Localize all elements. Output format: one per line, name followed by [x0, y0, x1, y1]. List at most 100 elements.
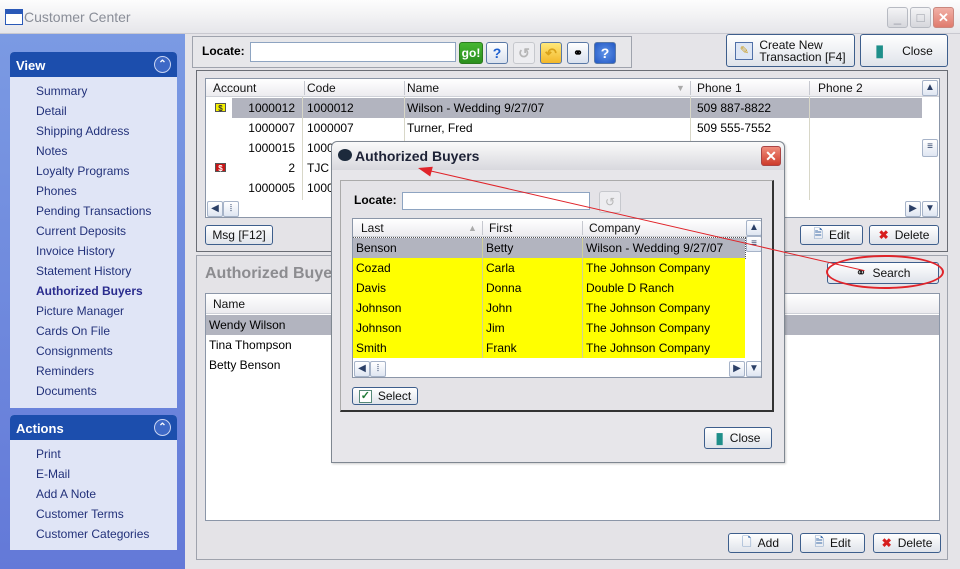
dialog-table-header: Last ▲ First Company [353, 219, 761, 237]
cell-last: Smith [356, 341, 387, 355]
edit-document-icon: 🗎 [814, 534, 824, 549]
column-phone1[interactable]: Phone 1 [697, 81, 742, 95]
action-item-e-mail[interactable]: E-Mail [36, 466, 177, 486]
close-button[interactable]: ▮ Close [860, 34, 948, 67]
sort-ascending-icon: ▲ [468, 223, 477, 233]
column-last[interactable]: Last [361, 221, 384, 235]
sidebar-item-authorized-buyers[interactable]: Authorized Buyers [36, 283, 177, 303]
dialog-title-bar: Authorized Buyers ✕ [332, 142, 784, 170]
cell-last: Benson [356, 241, 397, 255]
sidebar-item-cards-on-file[interactable]: Cards On File [36, 323, 177, 343]
action-item-add-a-note[interactable]: Add A Note [36, 486, 177, 506]
action-item-customer-terms[interactable]: Customer Terms [36, 506, 177, 526]
sidebar-item-shipping-address[interactable]: Shipping Address [36, 123, 177, 143]
column-name[interactable]: Name [407, 81, 439, 95]
actions-panel-header[interactable]: Actions ⌃ [10, 415, 177, 440]
msg-button[interactable]: Msg [F12] [205, 225, 273, 245]
sidebar-item-current-deposits[interactable]: Current Deposits [36, 223, 177, 243]
cell-last: Cozad [356, 261, 391, 275]
delete-buyer-button[interactable]: ✖ Delete [873, 533, 941, 553]
undo-arrow-icon[interactable]: ↺ [513, 42, 535, 64]
dialog-buyer-row[interactable]: Cozad Carla The Johnson Company [353, 258, 745, 278]
dialog-buyer-row[interactable]: Benson Betty Wilson - Wedding 9/27/07 [353, 237, 746, 259]
scroll-up-button[interactable]: ▲ [746, 220, 761, 236]
scroll-down-button[interactable]: ▼ [922, 201, 938, 217]
scroll-left-button[interactable]: ◀ [207, 201, 223, 217]
create-new-line1: Create New [759, 37, 823, 52]
sidebar-item-pending-transactions[interactable]: Pending Transactions [36, 203, 177, 223]
info-help-icon[interactable]: ? [594, 42, 616, 64]
cell-name: Betty Benson [209, 358, 281, 372]
horizontal-scroll-thumb[interactable]: ⦙ [223, 201, 239, 217]
column-phone2[interactable]: Phone 2 [818, 81, 863, 95]
sidebar-item-phones[interactable]: Phones [36, 183, 177, 203]
scroll-left-button[interactable]: ◀ [354, 361, 370, 377]
scroll-up-button[interactable]: ▲ [922, 80, 938, 96]
cell-name: Turner, Fred [407, 121, 473, 135]
dialog-buyer-row[interactable]: Johnson Jim The Johnson Company [353, 318, 745, 338]
column-account[interactable]: Account [213, 81, 256, 95]
create-new-line2: Transaction [F4] [759, 49, 846, 64]
customer-row[interactable]: 1000007 1000007 Turner, Fred 509 555-7552 [206, 118, 939, 138]
dialog-close-x-button[interactable]: ✕ [761, 146, 781, 166]
vertical-scroll-thumb[interactable]: ≡ [922, 139, 938, 157]
dialog-close-button[interactable]: ▮ Close [704, 427, 772, 449]
scroll-right-button[interactable]: ▶ [729, 361, 745, 377]
create-new-transaction-button[interactable]: ✎ Create New Transaction [F4] [726, 34, 855, 67]
scroll-down-button[interactable]: ▼ [746, 361, 761, 377]
cell-first: John [486, 301, 513, 315]
scroll-right-button[interactable]: ▶ [905, 201, 921, 217]
dialog-buyer-row[interactable]: Davis Donna Double D Ranch [353, 278, 745, 298]
sidebar-item-reminders[interactable]: Reminders [36, 363, 177, 383]
sidebar-item-documents[interactable]: Documents [36, 383, 177, 403]
horizontal-scroll-thumb[interactable]: ⦙ [370, 361, 386, 377]
view-panel-header[interactable]: View ⌃ [10, 52, 177, 77]
dollar-flag-icon: $ [215, 103, 226, 113]
column-code[interactable]: Code [307, 81, 336, 95]
locate-label: Locate: [202, 44, 245, 58]
dialog-buyer-row[interactable]: Johnson John The Johnson Company [353, 298, 745, 318]
action-item-print[interactable]: Print [36, 446, 177, 466]
customer-delete-button[interactable]: ✖ Delete [869, 225, 939, 245]
binoculars-icon[interactable]: ⚭ [567, 42, 589, 64]
column-name[interactable]: Name [213, 297, 245, 311]
edit-note-icon: ✎ [735, 41, 754, 60]
customer-edit-button[interactable]: 🗎 Edit [800, 225, 863, 245]
sidebar-item-statement-history[interactable]: Statement History [36, 263, 177, 283]
collapse-chevron-icon[interactable]: ⌃ [154, 419, 171, 436]
maximize-button[interactable]: □ [910, 7, 931, 28]
sidebar-item-detail[interactable]: Detail [36, 103, 177, 123]
authorized-buyers-dialog: Authorized Buyers ✕ Locate: ↺ Last ▲ Fir… [331, 141, 785, 463]
window-title-bar: Customer Center _ □ ✕ [0, 0, 960, 34]
select-button[interactable]: ✓ Select [352, 387, 418, 405]
checkmark-icon: ✓ [358, 389, 372, 403]
view-menu: Summary Detail Shipping Address Notes Loyalt… [10, 77, 177, 409]
column-company[interactable]: Company [589, 221, 640, 235]
sidebar-item-consignments[interactable]: Consignments [36, 343, 177, 363]
refresh-arrow-icon[interactable]: ↶ [540, 42, 562, 64]
cell-first: Betty [486, 241, 514, 255]
dialog-title: Authorized Buyers [355, 148, 480, 164]
collapse-chevron-icon[interactable]: ⌃ [154, 56, 171, 73]
sort-dropdown-icon[interactable]: ▼ [676, 83, 685, 93]
minimize-button[interactable]: _ [887, 7, 908, 28]
go-button[interactable]: go! [459, 42, 483, 64]
column-first[interactable]: First [489, 221, 512, 235]
help-question-icon[interactable]: ? [486, 42, 508, 64]
dialog-buyer-row[interactable]: Smith Frank The Johnson Company [353, 338, 745, 358]
annotation-ellipse [826, 255, 944, 289]
cell-first: Jim [486, 321, 505, 335]
locate-input[interactable] [250, 42, 456, 62]
add-buyer-button[interactable]: 🗋 Add [728, 533, 793, 553]
customer-row[interactable]: $1000012 1000012 Wilson - Wedding 9/27/07 5… [206, 98, 939, 118]
sidebar-item-loyalty-programs[interactable]: Loyalty Programs [36, 163, 177, 183]
sidebar-item-invoice-history[interactable]: Invoice History [36, 243, 177, 263]
action-item-customer-categories[interactable]: Customer Categories [36, 526, 177, 546]
sidebar-item-picture-manager[interactable]: Picture Manager [36, 303, 177, 323]
window-close-button[interactable]: ✕ [933, 7, 954, 28]
sidebar-item-notes[interactable]: Notes [36, 143, 177, 163]
edit-buyer-button[interactable]: 🗎 Edit [800, 533, 865, 553]
sidebar-item-summary[interactable]: Summary [36, 83, 177, 103]
window-title: Customer Center [24, 9, 131, 25]
app-logo-icon [338, 149, 352, 161]
